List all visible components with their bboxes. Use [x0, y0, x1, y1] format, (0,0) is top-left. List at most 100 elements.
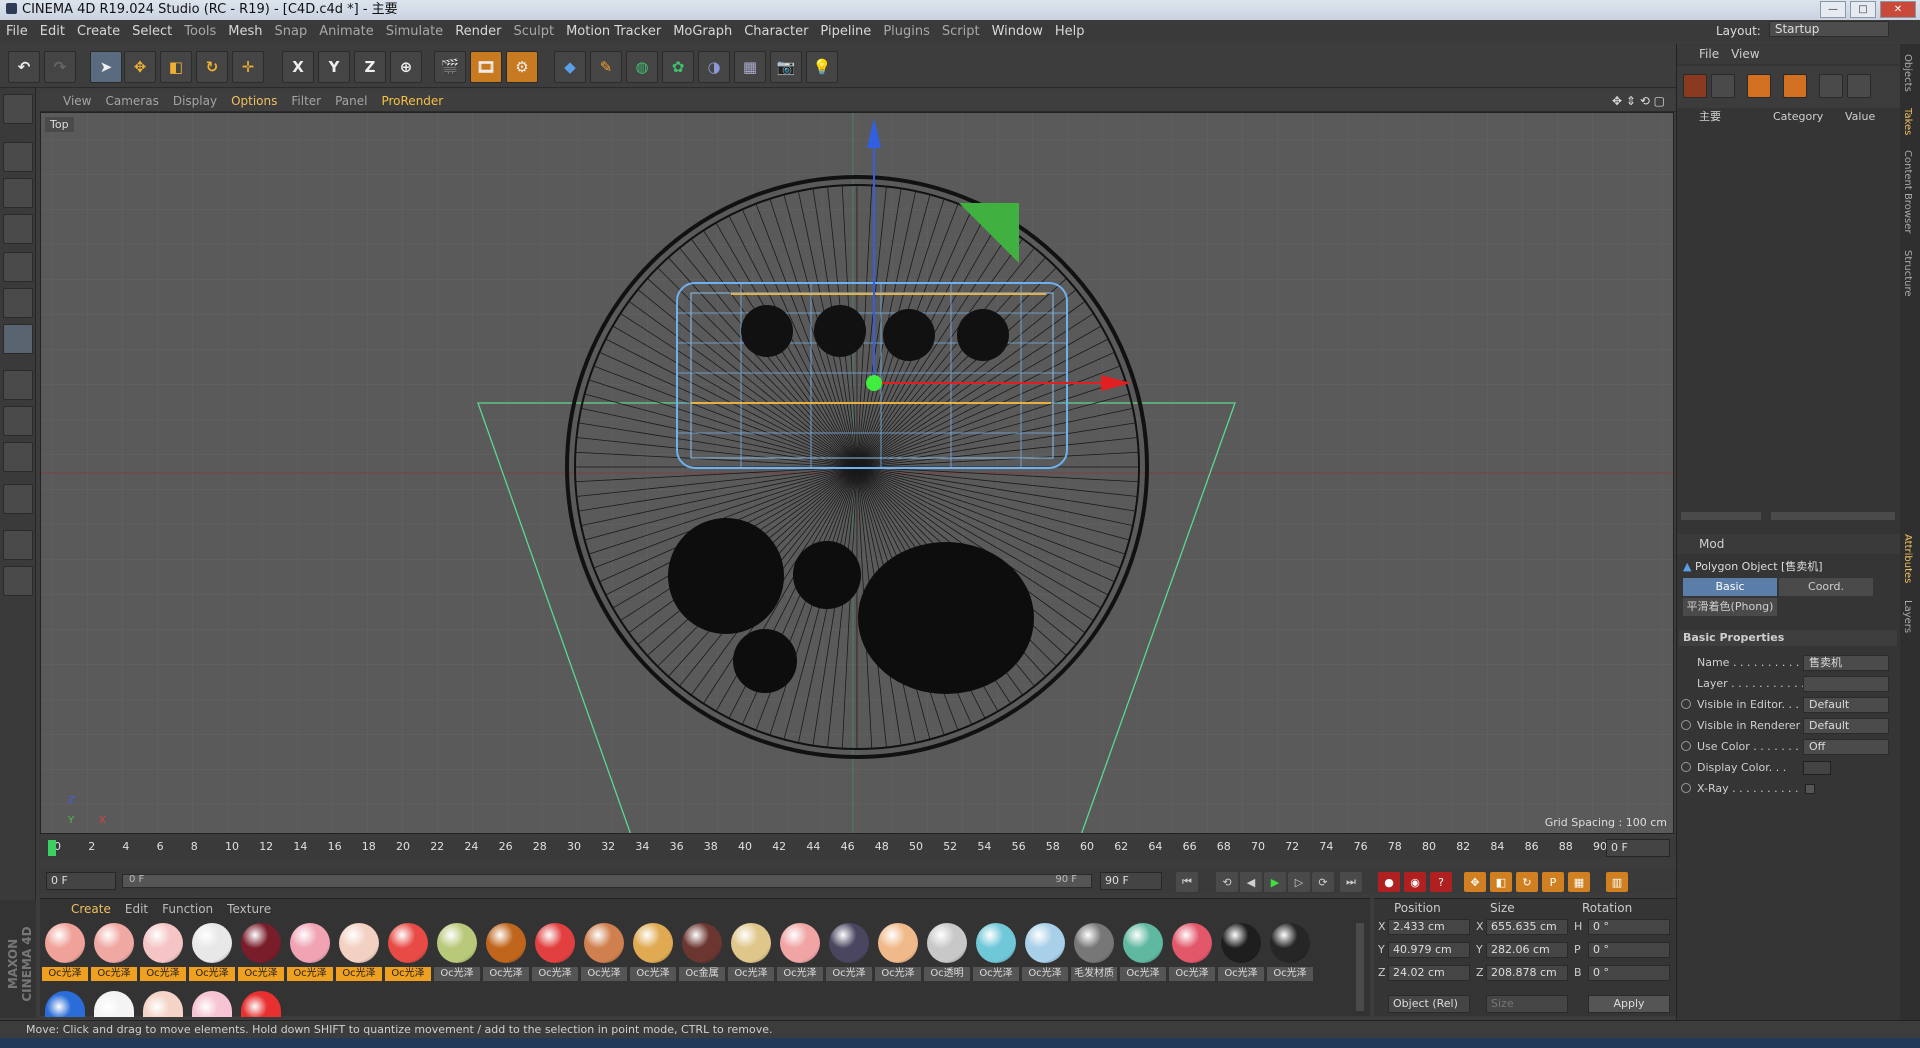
menu-select[interactable]: Select — [126, 21, 178, 43]
position-field[interactable]: 24.02 cm — [1388, 965, 1470, 981]
material-scrollbar[interactable] — [1356, 923, 1364, 1011]
move-icon[interactable]: ✥ — [124, 51, 156, 83]
menu-script[interactable]: Script — [936, 21, 986, 43]
material-swatch[interactable]: Oc光泽 — [1267, 921, 1313, 983]
timeline-playhead[interactable] — [48, 840, 56, 856]
render-settings-icon[interactable]: ⚙ — [506, 51, 538, 83]
redo-icon[interactable]: ↷ — [44, 51, 76, 83]
end-frame-field[interactable]: 90 F — [1100, 872, 1162, 890]
material-swatch[interactable]: Oc光泽 — [42, 921, 88, 983]
preview-range-slider[interactable]: 0 F 90 F — [122, 874, 1092, 888]
octane-light-icon[interactable] — [1783, 74, 1807, 98]
menu-edit[interactable]: Edit — [34, 21, 71, 43]
attr-mode-menu[interactable]: Mod — [1699, 537, 1724, 551]
3d-viewport[interactable]: Z X Y Top Grid Spacing : 100 cm — [40, 112, 1674, 834]
menu-character[interactable]: Character — [738, 21, 814, 43]
obj-menu-view[interactable]: View — [1731, 47, 1759, 61]
rotation-field[interactable]: 0 ° — [1588, 919, 1670, 935]
key-rotation-icon[interactable]: ↻ — [1516, 872, 1538, 892]
material-swatch[interactable]: Oc光泽 — [1169, 921, 1215, 983]
octane-settings-icon[interactable] — [1711, 74, 1735, 98]
tab-attributes[interactable]: Attributes — [1902, 534, 1913, 583]
animate-radio-icon[interactable] — [1681, 762, 1691, 772]
mat-menu-create[interactable]: Create — [64, 899, 118, 919]
material-swatch[interactable]: Oc光泽 — [973, 921, 1019, 983]
mat-menu-texture[interactable]: Texture — [220, 899, 278, 919]
material-swatch[interactable]: Oc光泽 — [728, 921, 774, 983]
menu-plugins[interactable]: Plugins — [877, 21, 936, 43]
apply-button[interactable]: Apply — [1588, 995, 1670, 1013]
start-frame-field[interactable]: 0 F — [46, 872, 116, 890]
rotation-field[interactable]: 0 ° — [1588, 942, 1670, 958]
category-hscrollbar[interactable] — [1771, 512, 1895, 520]
vp-menu-options[interactable]: Options — [224, 90, 284, 112]
animate-radio-icon[interactable] — [1681, 720, 1691, 730]
material-swatch[interactable]: Oc光泽 — [532, 921, 578, 983]
display-color-swatch[interactable] — [1803, 761, 1831, 775]
attribute-value-field[interactable]: 售卖机 — [1803, 655, 1889, 671]
menu-file[interactable]: File — [0, 21, 34, 43]
material-swatch[interactable]: Oc光泽 — [385, 921, 431, 983]
material-swatch[interactable]: Oc光泽 — [826, 921, 872, 983]
material-swatch[interactable]: Oc光泽 — [1218, 921, 1264, 983]
world-coordinate-icon[interactable]: ⊕ — [390, 51, 422, 83]
undo-icon[interactable]: ↶ — [8, 51, 40, 83]
render-picture-viewer-icon[interactable]: 🎞 — [470, 51, 502, 83]
attr-tab-basic[interactable]: Basic — [1683, 578, 1777, 596]
attribute-value-field[interactable]: Default — [1803, 718, 1889, 734]
menu-create[interactable]: Create — [71, 21, 126, 43]
menu-simulate[interactable]: Simulate — [380, 21, 449, 43]
transform-icon[interactable]: ✛ — [232, 51, 264, 83]
cube-primitive-icon[interactable]: ◆ — [554, 51, 586, 83]
vp-menu-cameras[interactable]: Cameras — [98, 90, 165, 112]
camera-icon[interactable]: 📷 — [770, 51, 802, 83]
menu-tools[interactable]: Tools — [178, 21, 222, 43]
subdivision-icon[interactable]: ◍ — [626, 51, 658, 83]
current-frame-field[interactable]: 0 F — [1606, 839, 1670, 857]
menu-animate[interactable]: Animate — [313, 21, 379, 43]
material-swatch[interactable]: Oc光泽 — [777, 921, 823, 983]
vp-menu-display[interactable]: Display — [166, 90, 224, 112]
vp-menu-prorender[interactable]: ProRender — [374, 90, 450, 112]
z-axis-lock-button[interactable]: Z — [354, 51, 386, 83]
material-swatch[interactable] — [241, 991, 281, 1017]
material-swatch[interactable] — [45, 991, 85, 1017]
pen-spline-icon[interactable]: ✎ — [590, 51, 622, 83]
material-swatch[interactable] — [192, 991, 232, 1017]
maximize-button[interactable]: □ — [1850, 1, 1876, 18]
autokeying-icon[interactable]: ◉ — [1404, 872, 1426, 892]
x-axis-lock-button[interactable]: X — [282, 51, 314, 83]
texture-mode-icon[interactable] — [3, 178, 33, 208]
material-swatch[interactable] — [143, 991, 183, 1017]
menu-render[interactable]: Render — [449, 21, 507, 43]
record-active-objects-icon[interactable]: ● — [1378, 872, 1400, 892]
deformer-icon[interactable]: ◑ — [698, 51, 730, 83]
xray-checkbox[interactable] — [1805, 784, 1815, 794]
go-to-end-icon[interactable]: ⏭ — [1340, 872, 1362, 892]
material-swatch[interactable]: Oc光泽 — [581, 921, 627, 983]
tab-structure[interactable]: Structure — [1902, 250, 1913, 297]
make-editable-icon[interactable] — [3, 94, 33, 124]
menu-pipeline[interactable]: Pipeline — [814, 21, 877, 43]
select-cursor-icon[interactable]: ➤ — [90, 51, 122, 83]
workplane-lock-icon[interactable] — [3, 530, 33, 560]
tab-takes[interactable]: Takes — [1902, 108, 1913, 135]
floor-icon[interactable]: ▦ — [734, 51, 766, 83]
viewport-navigation-icon[interactable]: ✥ ⇕ ⟲ ▢ — [1605, 90, 1672, 112]
minimize-button[interactable]: — — [1820, 1, 1846, 18]
key-parameter-icon[interactable]: P — [1542, 872, 1564, 892]
next-key-icon[interactable]: ⟳ — [1312, 872, 1334, 892]
material-swatch[interactable]: Oc光泽 — [336, 921, 382, 983]
material-swatch[interactable]: Oc光泽 — [875, 921, 921, 983]
material-swatch[interactable]: Oc光泽 — [483, 921, 529, 983]
size-field[interactable]: 208.878 cm — [1486, 965, 1568, 981]
material-swatch[interactable]: Oc光泽 — [91, 921, 137, 983]
tab-content-browser[interactable]: Content Browser — [1902, 150, 1913, 233]
previous-key-icon[interactable]: ⟲ — [1216, 872, 1238, 892]
obj-menu-file[interactable]: File — [1699, 47, 1719, 61]
attr-tab-coord[interactable]: Coord. — [1779, 578, 1873, 596]
layout-dropdown[interactable]: Startup — [1768, 21, 1889, 37]
menu-snap[interactable]: Snap — [269, 21, 314, 43]
animate-radio-icon[interactable] — [1681, 783, 1691, 793]
menu-mesh[interactable]: Mesh — [222, 21, 268, 43]
